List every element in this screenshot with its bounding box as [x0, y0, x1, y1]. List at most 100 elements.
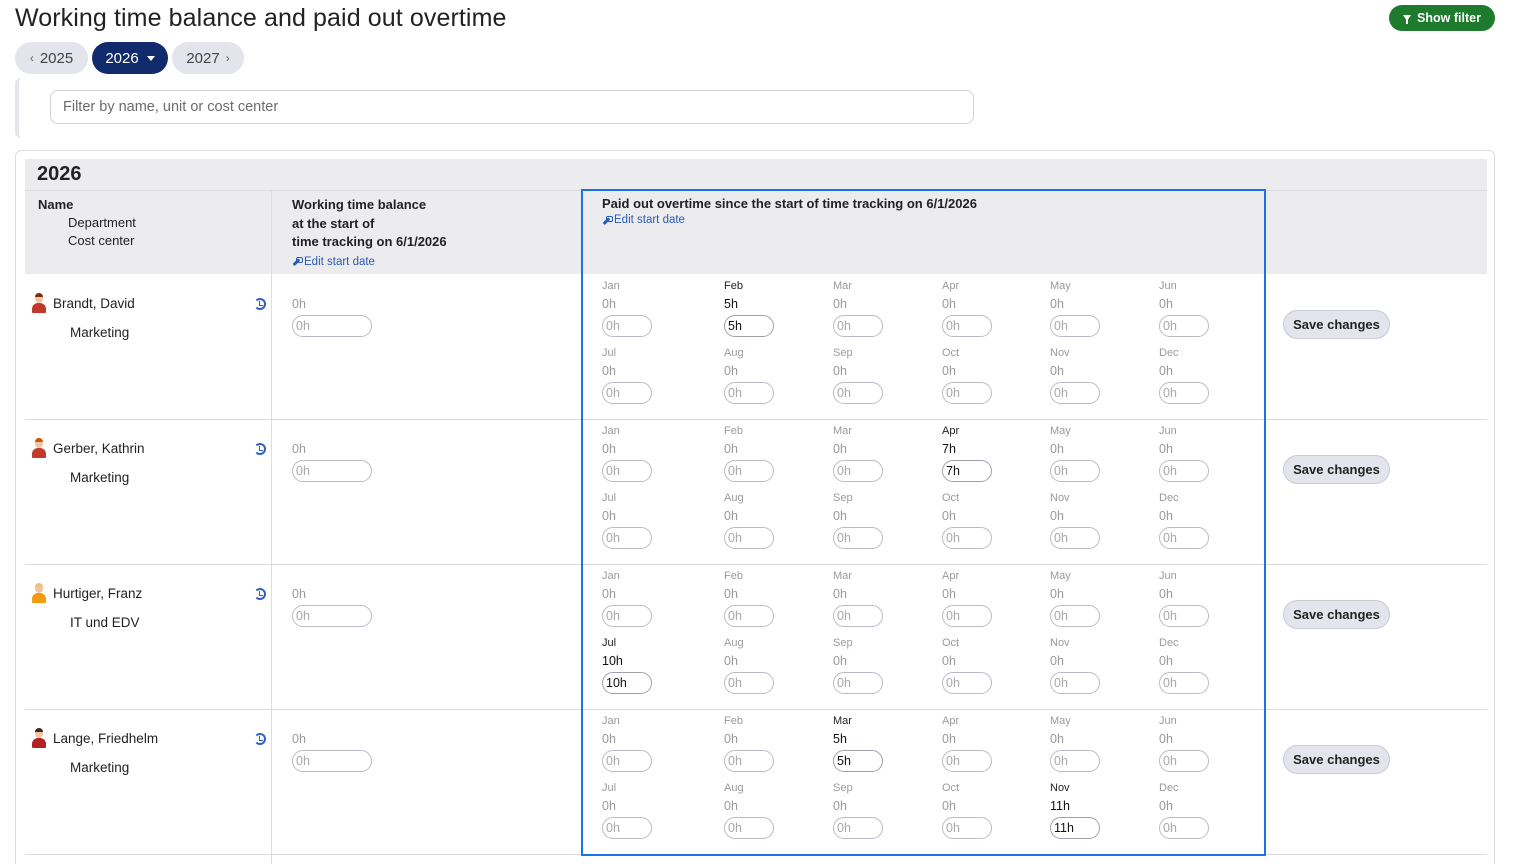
- overtime-input[interactable]: [724, 315, 774, 337]
- overtime-input[interactable]: [602, 382, 652, 404]
- month-cell-sep: Sep 0h: [833, 782, 933, 839]
- overtime-input[interactable]: [1159, 315, 1209, 337]
- overtime-input[interactable]: [1159, 382, 1209, 404]
- history-icon[interactable]: [254, 733, 266, 745]
- overtime-input[interactable]: [724, 750, 774, 772]
- employee-name[interactable]: Brandt, David: [53, 296, 135, 311]
- overtime-input[interactable]: [833, 750, 883, 772]
- overtime-input[interactable]: [942, 817, 992, 839]
- edit-start-date-link[interactable]: Edit start date: [292, 253, 492, 272]
- employee-name[interactable]: Hurtiger, Franz: [53, 586, 142, 601]
- overtime-input[interactable]: [724, 527, 774, 549]
- name-column-header: Name Department Cost center: [38, 196, 136, 250]
- month-value: 0h: [602, 587, 616, 601]
- history-icon[interactable]: [254, 443, 266, 455]
- history-icon[interactable]: [254, 588, 266, 600]
- month-cell-jan: Jan 0h: [602, 280, 702, 337]
- overtime-input[interactable]: [602, 605, 652, 627]
- month-value: 0h: [1050, 297, 1064, 311]
- overtime-input[interactable]: [833, 817, 883, 839]
- month-cell-aug: Aug 0h: [724, 492, 824, 549]
- overtime-input[interactable]: [1159, 460, 1209, 482]
- overtime-input[interactable]: [1050, 527, 1100, 549]
- save-changes-button[interactable]: Save changes: [1283, 455, 1390, 484]
- page-title: Working time balance and paid out overti…: [15, 4, 507, 32]
- month-label: Mar: [833, 715, 852, 727]
- overtime-input[interactable]: [1159, 750, 1209, 772]
- overtime-input[interactable]: [942, 382, 992, 404]
- next-year-button[interactable]: 2027 ›: [172, 42, 244, 74]
- overtime-input[interactable]: [942, 315, 992, 337]
- month-cell-jan: Jan 0h: [602, 425, 702, 482]
- overtime-input[interactable]: [1159, 605, 1209, 627]
- overtime-input[interactable]: [602, 672, 652, 694]
- overtime-input[interactable]: [1050, 460, 1100, 482]
- overtime-input[interactable]: [724, 672, 774, 694]
- overtime-input[interactable]: [942, 672, 992, 694]
- overtime-input[interactable]: [942, 750, 992, 772]
- edit-start-date-link-overtime[interactable]: Edit start date: [602, 214, 977, 226]
- balance-input[interactable]: [292, 750, 372, 772]
- month-label: Sep: [833, 637, 853, 649]
- overtime-input[interactable]: [724, 817, 774, 839]
- prev-year-button[interactable]: ‹ 2025: [15, 42, 88, 74]
- show-filter-button[interactable]: Show filter: [1389, 5, 1495, 31]
- history-icon[interactable]: [254, 298, 266, 310]
- overtime-input[interactable]: [602, 817, 652, 839]
- overtime-input[interactable]: [942, 605, 992, 627]
- month-label: Jun: [1159, 425, 1177, 437]
- overtime-input[interactable]: [1050, 817, 1100, 839]
- save-changes-button[interactable]: Save changes: [1283, 310, 1390, 339]
- overtime-input[interactable]: [602, 315, 652, 337]
- month-label: Jul: [602, 637, 617, 649]
- month-value: 0h: [724, 442, 738, 456]
- overtime-input[interactable]: [833, 382, 883, 404]
- next-year-label: 2027: [186, 49, 220, 67]
- month-value: 0h: [1159, 587, 1173, 601]
- overtime-input[interactable]: [724, 605, 774, 627]
- overtime-input[interactable]: [1050, 605, 1100, 627]
- overtime-input[interactable]: [602, 527, 652, 549]
- month-cell-jan: Jan 0h: [602, 570, 702, 627]
- balance-table: 2026 Name Department Cost center Working…: [15, 150, 1495, 864]
- overtime-input[interactable]: [724, 382, 774, 404]
- overtime-input[interactable]: [1050, 315, 1100, 337]
- current-year-dropdown[interactable]: 2026: [92, 42, 168, 74]
- month-value: 0h: [602, 509, 616, 523]
- month-value: 0h: [833, 364, 847, 378]
- employee-name[interactable]: Gerber, Kathrin: [53, 441, 145, 456]
- month-label: Oct: [942, 347, 960, 359]
- overtime-input[interactable]: [602, 460, 652, 482]
- save-changes-button[interactable]: Save changes: [1283, 600, 1390, 629]
- save-changes-button[interactable]: Save changes: [1283, 745, 1390, 774]
- overtime-input[interactable]: [1159, 672, 1209, 694]
- month-value: 10h: [602, 654, 623, 668]
- overtime-input[interactable]: [833, 460, 883, 482]
- month-label: Apr: [942, 570, 960, 582]
- overtime-input[interactable]: [1050, 672, 1100, 694]
- overtime-input[interactable]: [833, 605, 883, 627]
- month-cell-may: May 0h: [1050, 570, 1150, 627]
- balance-input[interactable]: [292, 315, 372, 337]
- overtime-input[interactable]: [942, 460, 992, 482]
- overtime-input[interactable]: [833, 315, 883, 337]
- overtime-input[interactable]: [724, 460, 774, 482]
- overtime-input[interactable]: [833, 527, 883, 549]
- overtime-input[interactable]: [1159, 817, 1209, 839]
- overtime-input[interactable]: [1050, 382, 1100, 404]
- avatar: [32, 293, 46, 313]
- employee-name[interactable]: Lange, Friedhelm: [53, 731, 158, 746]
- overtime-input[interactable]: [833, 672, 883, 694]
- overtime-input[interactable]: [602, 750, 652, 772]
- overtime-input[interactable]: [942, 527, 992, 549]
- month-label: Oct: [942, 492, 960, 504]
- overtime-input[interactable]: [1159, 527, 1209, 549]
- month-value: 0h: [724, 799, 738, 813]
- balance-input[interactable]: [292, 605, 372, 627]
- month-label: Mar: [833, 280, 852, 292]
- overtime-input[interactable]: [1050, 750, 1100, 772]
- month-label: Oct: [942, 637, 960, 649]
- month-value: 0h: [833, 799, 847, 813]
- search-input[interactable]: [50, 90, 974, 124]
- balance-input[interactable]: [292, 460, 372, 482]
